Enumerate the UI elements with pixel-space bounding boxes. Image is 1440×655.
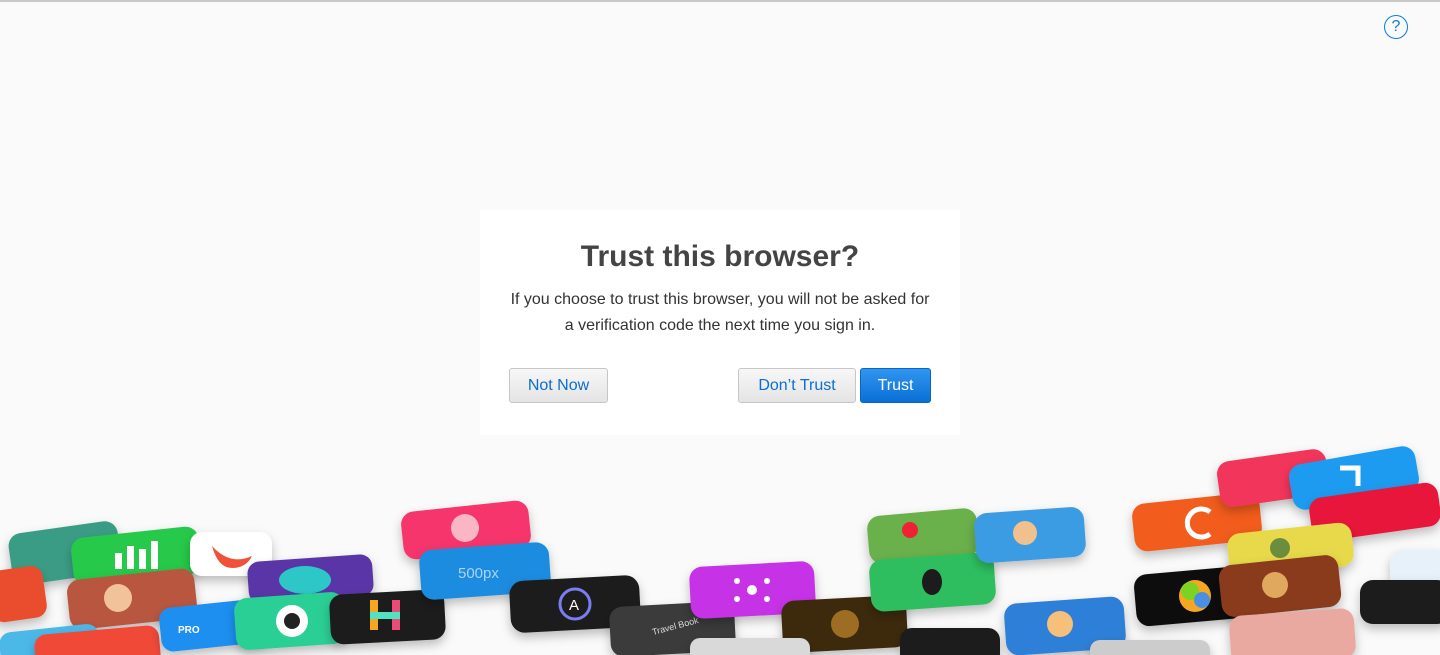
app-icon-bottom-gray — [690, 638, 810, 655]
dialog-title: Trust this browser? — [580, 240, 860, 273]
dont-trust-button[interactable]: Don’t Trust — [738, 368, 856, 403]
app-icons-background: PRO 500px A Travel Book — [0, 440, 1440, 655]
app-icon-boy — [974, 507, 1086, 563]
trust-browser-dialog: Trust this browser? If you choose to tru… — [480, 210, 960, 435]
app-icon-bw-right — [1360, 580, 1440, 624]
not-now-button[interactable]: Not Now — [509, 368, 608, 403]
trust-button[interactable]: Trust — [860, 368, 931, 403]
help-icon[interactable]: ? — [1384, 15, 1408, 39]
top-border — [0, 0, 1440, 2]
svg-text:500px: 500px — [458, 565, 499, 582]
svg-text:A: A — [569, 597, 579, 614]
app-icon-dark-bottom — [900, 628, 1000, 655]
app-icon-gray-bottom-right — [1090, 640, 1210, 655]
app-icon-evernote — [869, 552, 996, 612]
app-icon-red-left — [0, 566, 47, 623]
dialog-message: If you choose to trust this browser, you… — [510, 291, 930, 334]
svg-text:PRO: PRO — [178, 625, 200, 636]
app-icon-target — [234, 592, 346, 650]
